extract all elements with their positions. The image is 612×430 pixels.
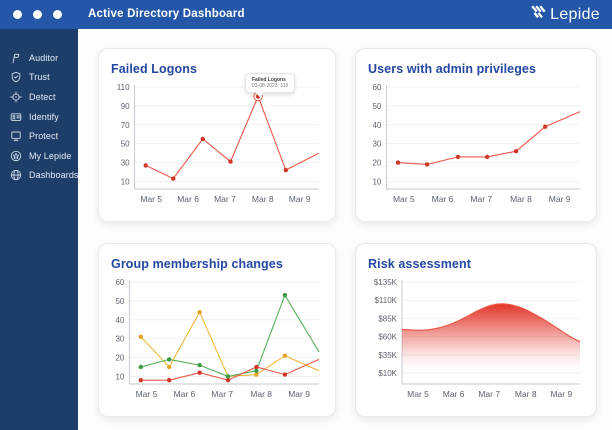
svg-text:Mar 9: Mar 9 bbox=[549, 194, 571, 204]
svg-text:110: 110 bbox=[117, 83, 130, 92]
svg-text:Mar 8: Mar 8 bbox=[510, 194, 532, 204]
svg-text:30: 30 bbox=[372, 140, 381, 149]
card-risk-assessment: Risk assessment $10K $35K $60K $85K $110K $13… bbox=[355, 243, 597, 417]
svg-text:10: 10 bbox=[372, 177, 381, 186]
svg-text:Mar 5: Mar 5 bbox=[136, 389, 158, 399]
admin-privileges-chart[interactable]: 10 20 30 40 50 60 Mar 5 Mar 6 Mar 7 Mar 8 Mar 9 bbox=[368, 81, 584, 209]
svg-text:Mar 6: Mar 6 bbox=[174, 389, 196, 399]
svg-text:$135K: $135K bbox=[374, 278, 398, 287]
risk-assessment-chart[interactable]: $10K $35K $60K $85K $110K $135K Mar 5 Mar 6 Mar … bbox=[368, 276, 584, 404]
svg-text:10: 10 bbox=[121, 177, 130, 186]
card-title: Risk assessment bbox=[368, 257, 471, 271]
sidebar-item-label: Trust bbox=[29, 72, 50, 83]
protect-screen-icon bbox=[10, 130, 22, 142]
window-controls bbox=[13, 0, 62, 29]
svg-text:10: 10 bbox=[115, 372, 124, 381]
titlebar: Active Directory Dashboard Lepide bbox=[0, 0, 612, 29]
svg-text:50: 50 bbox=[115, 297, 124, 306]
sidebar-item-label: Identify bbox=[29, 111, 59, 122]
failed-logons-chart[interactable]: 10 30 50 70 90 110 Mar 5 Mar 6 Mar 7 Mar 8 Mar 9 bbox=[111, 81, 323, 209]
sidebar: Auditor Trust Detect Identify Protect My Lepi… bbox=[0, 29, 78, 430]
card-failed-logons: Failed Logons 10 30 50 70 90 110 Mar 5 Mar 6 Mar… bbox=[98, 48, 336, 222]
chart-tooltip: Failed Logons 03-08-2023: 110 bbox=[245, 73, 296, 97]
svg-text:Mar 8: Mar 8 bbox=[252, 194, 274, 204]
svg-text:Mar 5: Mar 5 bbox=[393, 194, 415, 204]
sidebar-item-detect[interactable]: Detect bbox=[0, 87, 78, 107]
detect-target-icon bbox=[10, 91, 22, 103]
svg-text:60: 60 bbox=[372, 83, 381, 92]
sidebar-item-auditor[interactable]: Auditor bbox=[0, 48, 78, 68]
svg-text:Mar 7: Mar 7 bbox=[211, 389, 233, 399]
svg-text:40: 40 bbox=[372, 121, 381, 130]
sidebar-item-label: Dashboards bbox=[29, 170, 79, 181]
svg-text:Mar 9: Mar 9 bbox=[288, 389, 310, 399]
dashboards-globe-icon bbox=[10, 169, 22, 181]
sidebar-item-protect[interactable]: Protect bbox=[0, 126, 78, 146]
my-lepide-star-icon bbox=[10, 150, 22, 162]
svg-text:Mar 9: Mar 9 bbox=[550, 389, 572, 399]
card-title: Group membership changes bbox=[111, 257, 283, 271]
group-membership-chart[interactable]: 10 20 30 40 50 60 Mar 5 Mar 6 Mar 7 Mar 8 Mar 9 bbox=[111, 276, 323, 404]
sidebar-item-trust[interactable]: Trust bbox=[0, 68, 78, 88]
tooltip-value: 03-08-2023: 110 bbox=[252, 83, 289, 89]
svg-text:Mar 8: Mar 8 bbox=[250, 389, 272, 399]
card-admin-privileges: Users with admin privileges 10 20 30 40 50 60… bbox=[355, 48, 597, 222]
window-dot[interactable] bbox=[53, 10, 62, 19]
svg-text:$85K: $85K bbox=[378, 314, 397, 323]
svg-text:50: 50 bbox=[372, 102, 381, 111]
auditor-flag-icon bbox=[10, 52, 22, 64]
svg-text:40: 40 bbox=[115, 316, 124, 325]
svg-text:20: 20 bbox=[372, 159, 381, 168]
sidebar-item-my-lepide[interactable]: My Lepide bbox=[0, 146, 78, 166]
sidebar-item-identify[interactable]: Identify bbox=[0, 107, 78, 127]
window-dot[interactable] bbox=[33, 10, 42, 19]
window-dot[interactable] bbox=[13, 10, 22, 19]
svg-text:$35K: $35K bbox=[378, 351, 397, 360]
page-title: Active Directory Dashboard bbox=[88, 8, 245, 20]
app-window: Active Directory Dashboard Lepide Audito… bbox=[0, 0, 612, 430]
svg-text:Mar 7: Mar 7 bbox=[470, 194, 492, 204]
sidebar-item-label: Auditor bbox=[29, 52, 59, 63]
svg-text:20: 20 bbox=[115, 354, 124, 363]
identify-idcard-icon bbox=[10, 111, 22, 123]
svg-text:30: 30 bbox=[115, 335, 124, 344]
svg-text:Mar 6: Mar 6 bbox=[443, 389, 465, 399]
svg-text:60: 60 bbox=[115, 278, 124, 287]
svg-text:70: 70 bbox=[121, 121, 130, 130]
svg-text:Mar 8: Mar 8 bbox=[515, 389, 537, 399]
svg-text:$110K: $110K bbox=[374, 296, 397, 305]
svg-text:30: 30 bbox=[121, 159, 130, 168]
svg-text:$60K: $60K bbox=[378, 333, 397, 342]
svg-text:Mar 5: Mar 5 bbox=[140, 194, 162, 204]
svg-text:Mar 5: Mar 5 bbox=[407, 389, 429, 399]
svg-text:90: 90 bbox=[121, 102, 130, 111]
brand-logo: Lepide bbox=[530, 0, 600, 29]
svg-text:Mar 6: Mar 6 bbox=[432, 194, 454, 204]
brand-name: Lepide bbox=[550, 5, 600, 23]
svg-text:Mar 9: Mar 9 bbox=[289, 194, 311, 204]
sidebar-item-dashboards[interactable]: Dashboards bbox=[0, 166, 78, 186]
svg-text:Mar 7: Mar 7 bbox=[214, 194, 236, 204]
sidebar-item-label: Detect bbox=[29, 91, 56, 102]
svg-text:50: 50 bbox=[121, 140, 130, 149]
trust-shield-icon bbox=[10, 71, 22, 83]
svg-text:$10K: $10K bbox=[378, 369, 397, 378]
svg-text:Mar 6: Mar 6 bbox=[177, 194, 199, 204]
svg-text:Mar 7: Mar 7 bbox=[478, 389, 500, 399]
lepide-logo-icon bbox=[530, 5, 546, 25]
card-group-membership: Group membership changes 10 20 30 40 50 60 Mar… bbox=[98, 243, 336, 417]
card-title: Users with admin privileges bbox=[368, 62, 537, 76]
sidebar-item-label: My Lepide bbox=[29, 150, 72, 161]
sidebar-item-label: Protect bbox=[29, 131, 59, 142]
